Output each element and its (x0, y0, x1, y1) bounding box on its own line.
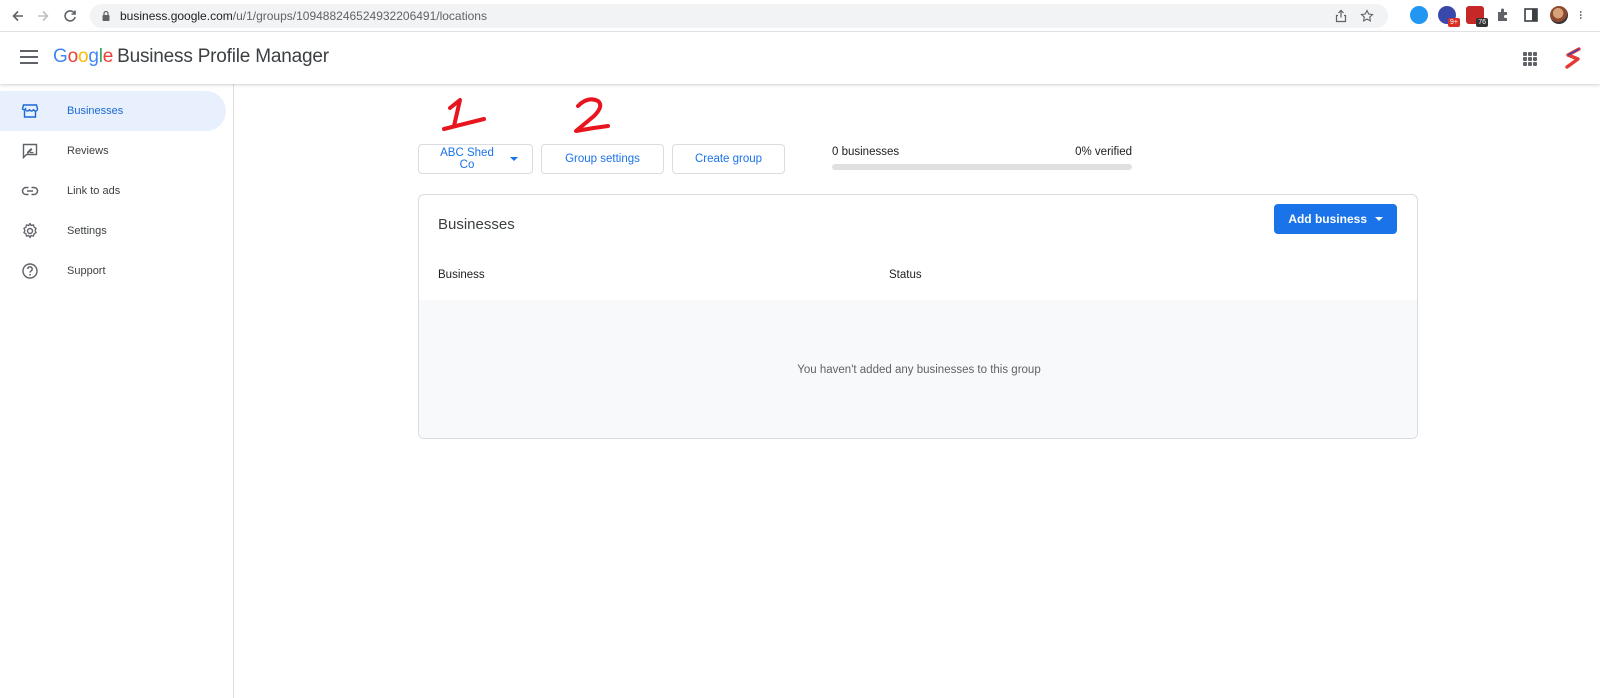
profile-avatar[interactable] (1550, 6, 1568, 24)
add-business-button[interactable]: Add business (1274, 204, 1397, 234)
sidebar: Businesses Reviews Link to ads Settings … (0, 84, 234, 698)
logo-letter: G (53, 46, 68, 67)
extension-badge: 9+ (1448, 18, 1460, 27)
url-path: /u/1/groups/109488246524932206491/locati… (232, 9, 487, 23)
extension-gear-icon[interactable] (1410, 6, 1428, 24)
app-header: Google Business Profile Manager (0, 32, 1600, 84)
sidebar-item-support[interactable]: Support (0, 251, 226, 291)
google-apps-icon[interactable] (1523, 52, 1537, 66)
url-host: business.google.com (120, 9, 233, 23)
back-arrow-icon[interactable] (5, 3, 31, 29)
bookmark-star-icon[interactable] (1360, 9, 1374, 23)
side-panel-icon[interactable] (1522, 6, 1540, 24)
progress-track (832, 164, 1132, 170)
sidebar-item-settings[interactable]: Settings (0, 211, 226, 251)
product-name: Business Profile Manager (117, 46, 329, 67)
sidebar-item-label: Reviews (67, 145, 109, 157)
gear-icon (20, 221, 40, 241)
card-title: Businesses (438, 216, 515, 233)
sidebar-item-label: Settings (67, 225, 107, 237)
create-group-button[interactable]: Create group (672, 144, 785, 174)
group-toolbar: ABC Shed Co Group settings Create group (418, 144, 785, 174)
sidebar-item-link-to-ads[interactable]: Link to ads (0, 171, 226, 211)
address-bar[interactable]: business.google.com/u/1/groups/109488246… (90, 4, 1388, 28)
column-header-status[interactable]: Status (889, 269, 922, 281)
annotation-number-2 (574, 97, 610, 133)
group-dropdown-label: ABC Shed Co (440, 147, 494, 171)
forward-arrow-icon[interactable] (30, 3, 56, 29)
annotation-number-1 (442, 98, 486, 131)
more-vert-icon[interactable] (1578, 6, 1588, 24)
account-logo-icon[interactable] (1564, 46, 1582, 70)
logo-letter: o (67, 46, 79, 67)
sidebar-item-label: Link to ads (67, 185, 121, 197)
reload-icon[interactable] (57, 3, 83, 29)
share-icon[interactable] (1334, 9, 1348, 23)
review-icon (20, 141, 40, 161)
chevron-down-icon (510, 157, 518, 161)
extension-spinner-icon[interactable]: 9+ (1438, 6, 1460, 27)
logo-letter: o (77, 46, 89, 67)
hamburger-menu-icon[interactable] (20, 50, 38, 64)
sidebar-item-reviews[interactable]: Reviews (0, 131, 226, 171)
puzzle-piece-icon[interactable] (1494, 6, 1512, 24)
lock-icon (102, 10, 110, 21)
empty-state: You haven't added any businesses to this… (419, 300, 1417, 438)
logo-letter: g (88, 46, 99, 67)
group-dropdown-button[interactable]: ABC Shed Co (418, 144, 533, 174)
empty-state-message: You haven't added any businesses to this… (797, 364, 1041, 376)
browser-toolbar: business.google.com/u/1/groups/109488246… (0, 0, 1600, 32)
column-header-business[interactable]: Business (438, 269, 485, 281)
chevron-down-icon (1375, 217, 1383, 221)
extension-calendar-icon[interactable]: 76 (1466, 6, 1488, 27)
businesses-count: 0 businesses (832, 146, 900, 158)
extension-badge: 76 (1476, 18, 1488, 27)
add-business-label: Add business (1288, 212, 1367, 226)
help-icon (20, 261, 40, 281)
verification-progress: 0 businesses 0% verified (832, 146, 1132, 170)
storefront-icon (20, 101, 40, 121)
logo-letter: e (102, 46, 114, 67)
group-settings-button[interactable]: Group settings (541, 144, 664, 174)
sidebar-item-label: Businesses (67, 105, 124, 117)
google-logo[interactable]: Google Business Profile Manager (53, 46, 329, 68)
link-icon (20, 181, 40, 201)
businesses-card: Businesses Add business Business Status … (418, 194, 1418, 439)
sidebar-item-label: Support (67, 265, 106, 277)
verified-percent: 0% verified (1075, 146, 1132, 158)
sidebar-item-businesses[interactable]: Businesses (0, 91, 226, 131)
main-content: ABC Shed Co Group settings Create group … (234, 84, 1600, 698)
